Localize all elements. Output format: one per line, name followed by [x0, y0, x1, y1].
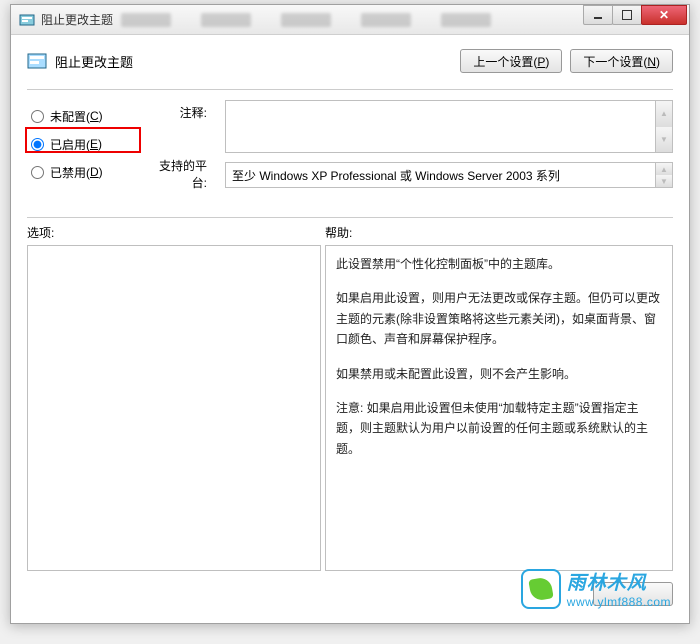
- window-controls: [584, 5, 687, 27]
- radio-disabled[interactable]: 已禁用(D): [27, 160, 137, 184]
- help-text: 注意: 如果启用此设置但未使用“加载特定主题”设置指定主题，则主题默认为用户以前…: [336, 398, 662, 459]
- comment-scroll-up[interactable]: ▲: [656, 101, 672, 127]
- watermark-url: www.ylmf888.com: [567, 595, 671, 609]
- help-text: 此设置禁用“个性化控制面板”中的主题库。: [336, 254, 662, 274]
- supported-platform-box: 至少 Windows XP Professional 或 Windows Ser…: [225, 162, 656, 188]
- radio-enabled[interactable]: 已启用(E): [27, 132, 137, 156]
- close-button[interactable]: [641, 5, 687, 25]
- help-panel: 此设置禁用“个性化控制面板”中的主题库。 如果启用此设置，则用户无法更改或保存主…: [325, 245, 673, 571]
- titlebar: 阻止更改主题: [11, 5, 689, 35]
- comment-scroll-down[interactable]: ▼: [656, 127, 672, 153]
- prev-setting-button[interactable]: 上一个设置(P): [460, 49, 562, 73]
- watermark-name: 雨林木风: [567, 568, 671, 595]
- help-text: 如果启用此设置，则用户无法更改或保存主题。但仍可以更改主题的元素(除非设置策略将…: [336, 288, 662, 349]
- policy-icon: [27, 52, 47, 70]
- platform-scroll-up[interactable]: ▲: [656, 163, 672, 175]
- next-setting-button[interactable]: 下一个设置(N): [570, 49, 673, 73]
- help-header: 帮助:: [325, 224, 352, 241]
- minimize-button[interactable]: [583, 5, 613, 25]
- platform-scroll-down[interactable]: ▼: [656, 175, 672, 187]
- maximize-button[interactable]: [612, 5, 642, 25]
- options-header: 选项:: [27, 224, 325, 241]
- help-text: 如果禁用或未配置此设置，则不会产生影响。: [336, 364, 662, 384]
- radio-not-configured[interactable]: 未配置(C): [27, 104, 137, 128]
- page-title: 阻止更改主题: [55, 52, 452, 71]
- watermark: 雨林木风 www.ylmf888.com: [521, 568, 671, 609]
- comment-textarea[interactable]: [225, 100, 656, 153]
- supported-label: 支持的平台:: [149, 157, 207, 191]
- comment-label: 注释:: [149, 104, 207, 157]
- watermark-icon: [521, 569, 561, 609]
- policy-icon: [19, 12, 35, 28]
- options-panel: [27, 245, 321, 571]
- titlebar-blur-bg: [121, 9, 569, 31]
